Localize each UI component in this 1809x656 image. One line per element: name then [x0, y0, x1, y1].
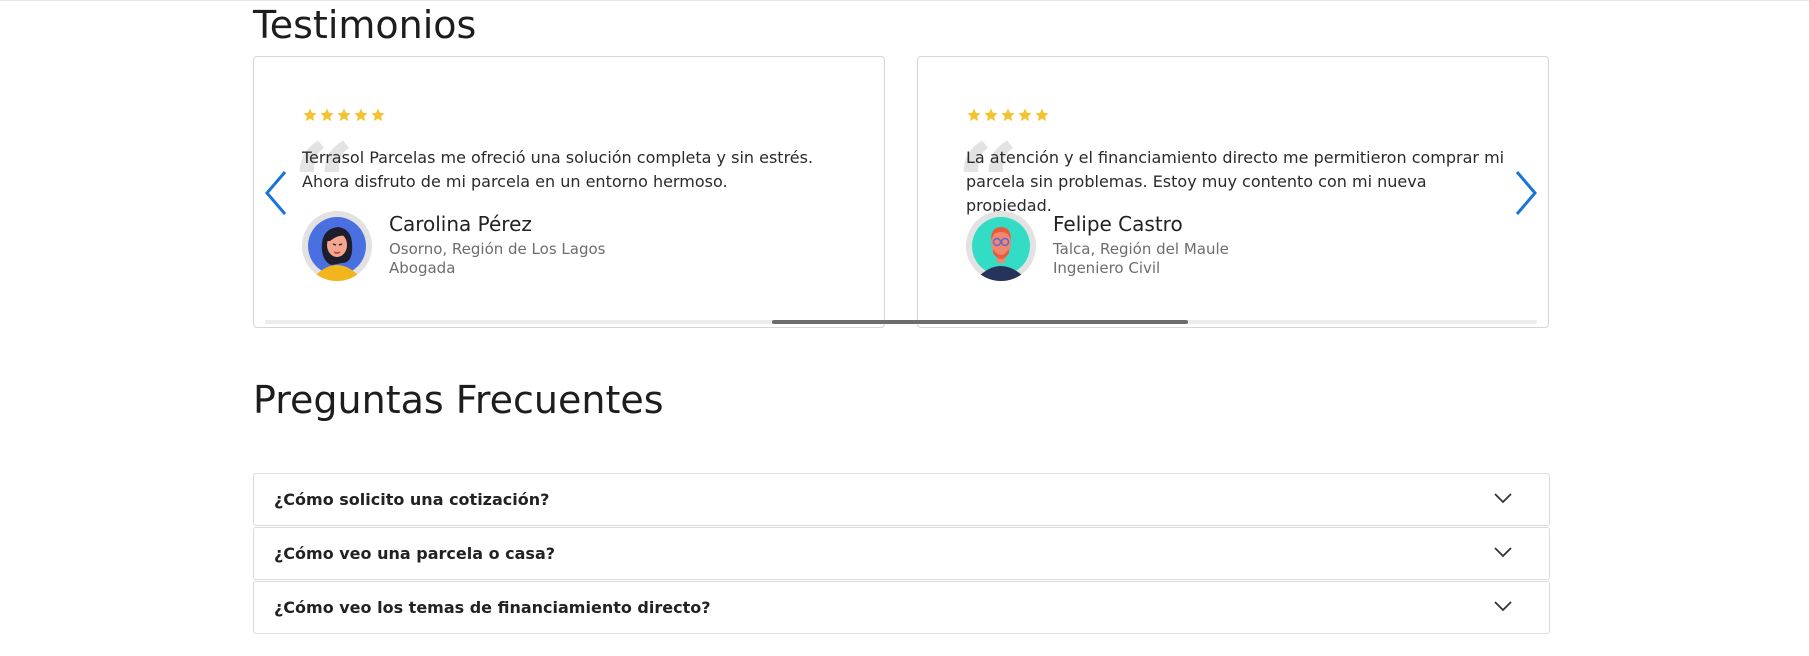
testimonials-carousel: “ Terrasol Parcelas me ofreció una soluc…	[253, 56, 1550, 330]
faq-accordion: ¿Cómo solicito una cotización? ¿Cómo veo…	[253, 473, 1550, 635]
testimonial-quote: La atención y el financiamiento directo …	[966, 148, 1505, 215]
chevron-left-icon[interactable]	[261, 168, 291, 218]
testimonial-location: Osorno, Región de Los Lagos	[389, 240, 606, 258]
testimonials-title: Testimonios	[253, 3, 477, 47]
chevron-down-icon	[1494, 547, 1512, 558]
carousel-scrollbar[interactable]	[265, 320, 1537, 324]
testimonial-card: “ Terrasol Parcelas me ofreció una soluc…	[253, 56, 885, 328]
chevron-down-icon	[1494, 601, 1512, 612]
faq-item[interactable]: ¿Cómo veo una parcela o casa?	[253, 527, 1550, 580]
faq-item[interactable]: ¿Cómo solicito una cotización?	[253, 473, 1550, 526]
testimonial-quote: Terrasol Parcelas me ofreció una solució…	[302, 148, 814, 191]
testimonial-name: Felipe Castro	[1053, 212, 1183, 236]
chevron-right-icon[interactable]	[1511, 168, 1541, 218]
faq-item[interactable]: ¿Cómo veo los temas de financiamiento di…	[253, 581, 1550, 634]
star-icon	[353, 107, 369, 123]
faq-question: ¿Cómo solicito una cotización?	[274, 490, 550, 509]
star-icon	[370, 107, 386, 123]
star-icon	[1017, 107, 1033, 123]
testimonial-profession: Abogada	[389, 259, 456, 277]
carousel-scrollbar-thumb[interactable]	[772, 320, 1188, 324]
faq-question: ¿Cómo veo una parcela o casa?	[274, 544, 556, 563]
star-icon	[1034, 107, 1050, 123]
testimonial-profession: Ingeniero Civil	[1053, 259, 1161, 277]
woman-avatar-icon	[302, 211, 372, 281]
testimonial-card: “ La atención y el financiamiento direct…	[917, 56, 1549, 328]
faq-title: Preguntas Frecuentes	[253, 378, 664, 422]
testimonial-name: Carolina Pérez	[389, 212, 532, 236]
man-avatar-icon	[966, 211, 1036, 281]
chevron-down-icon	[1494, 493, 1512, 504]
faq-question: ¿Cómo veo los temas de financiamiento di…	[274, 598, 711, 617]
testimonial-location: Talca, Región del Maule	[1053, 240, 1229, 258]
